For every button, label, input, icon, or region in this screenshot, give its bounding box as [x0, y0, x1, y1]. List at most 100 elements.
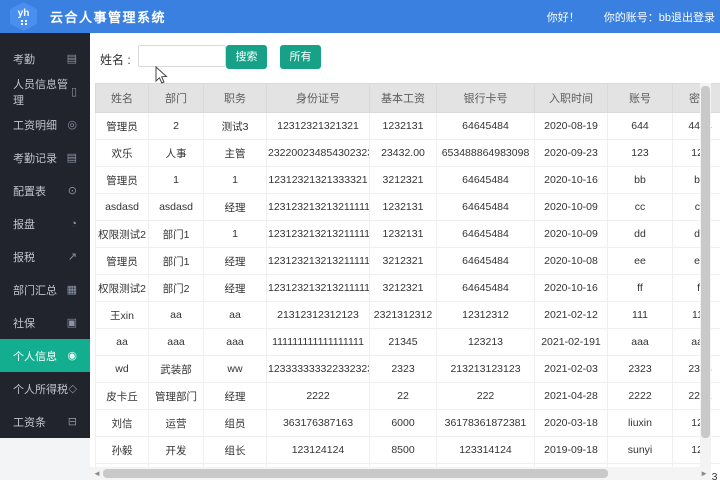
table-cell: asdasd	[149, 194, 204, 221]
table-cell: 64645484	[437, 221, 535, 248]
logo-dots	[20, 20, 28, 25]
table-cell: 123123213213211111	[267, 221, 370, 248]
table-cell: 经理	[204, 248, 267, 275]
table-cell: 12312312	[437, 302, 535, 329]
logout-link[interactable]: 退出登录	[671, 9, 715, 25]
search-button[interactable]: 搜索	[226, 45, 267, 69]
sidebar-item[interactable]: 工资条⊟	[0, 405, 90, 438]
table-cell: 222	[437, 383, 535, 410]
table-cell: 8500	[370, 437, 437, 464]
table-cell: 主管	[204, 140, 267, 167]
table-cell: 管理员	[96, 248, 149, 275]
sidebar-item-label: 个人所得税	[13, 381, 68, 397]
social-insurance-icon: ▣	[67, 316, 77, 329]
table-cell: 123124124	[267, 437, 370, 464]
vertical-scrollbar[interactable]	[700, 83, 711, 469]
table-row: 管理员部门1经理12312321321321111132123216464548…	[96, 248, 720, 275]
table-cell: sunyi	[608, 437, 673, 464]
table-cell: 欢乐	[96, 140, 149, 167]
table-row: 管理员1112312321321333321321232164645484202…	[96, 167, 720, 194]
table-cell: 1232131	[370, 221, 437, 248]
table-cell: 111111111111111111	[267, 329, 370, 356]
table-row: 王xinaaaa21312312312123232131231212312312…	[96, 302, 720, 329]
main-content: 姓名 : 搜索 所有 姓名部门职务身份证号基本工资银行卡号入职时间账号密码 管理…	[90, 33, 720, 480]
table-cell: 管理员	[96, 167, 149, 194]
attendance-record-icon: ▤	[67, 151, 77, 164]
table-cell: 123123213213211111	[267, 194, 370, 221]
sidebar-item[interactable]: 人员信息管理▯	[0, 75, 90, 108]
sidebar-item[interactable]: 社保▣	[0, 306, 90, 339]
table-cell: 2020-08-19	[535, 113, 608, 140]
table-cell: 213213123123	[437, 356, 535, 383]
sidebar-item-label: 配置表	[13, 183, 46, 199]
sidebar-item[interactable]: 个人所得税◇	[0, 372, 90, 405]
table-row: 管理员2测试3123123213213211232131646454842020…	[96, 113, 720, 140]
table-cell: 组员	[204, 410, 267, 437]
sidebar-item[interactable]: 考勤记录▤	[0, 141, 90, 174]
table-cell: 21345	[370, 329, 437, 356]
table-cell: 开发	[149, 437, 204, 464]
table-cell: 123314124	[437, 437, 535, 464]
table-cell: 2020-10-09	[535, 194, 608, 221]
table-row: 皮卡丘管理部门经理2222222222021-04-2822222222	[96, 383, 720, 410]
payslip-icon: ⊟	[68, 415, 77, 428]
sidebar-item[interactable]: 个人信息◉	[0, 339, 90, 372]
column-header: 银行卡号	[437, 84, 535, 113]
table-cell: 王xin	[96, 302, 149, 329]
table-cell: 12312321321333321	[267, 167, 370, 194]
table-cell: 2222	[608, 383, 673, 410]
sidebar-item[interactable]: 报盘◔	[0, 207, 90, 240]
personal-info-icon: ◉	[67, 349, 77, 362]
table-row: 孙毅开发组长12312412485001233141242019-09-18su…	[96, 437, 720, 464]
vertical-scrollbar-thumb[interactable]	[701, 86, 710, 438]
table-cell: 2020-09-23	[535, 140, 608, 167]
table-cell: 2222	[673, 383, 720, 410]
all-button[interactable]: 所有	[280, 45, 321, 69]
tax-report-icon: ↗	[68, 250, 77, 263]
table-cell: 运营	[149, 410, 204, 437]
table-cell: 644	[608, 113, 673, 140]
table-cell: 64645484	[437, 194, 535, 221]
table-cell: aa	[204, 302, 267, 329]
horizontal-scrollbar-thumb[interactable]	[103, 469, 608, 478]
table-row: wd武装部ww123333333322332323232321321312312…	[96, 356, 720, 383]
scroll-right-arrow-icon[interactable]: ►	[700, 468, 708, 479]
table-cell: 1232131	[370, 113, 437, 140]
table-cell: 经理	[204, 383, 267, 410]
table-cell: aa	[96, 329, 149, 356]
table-cell: liuxin	[608, 410, 673, 437]
column-header: 职务	[204, 84, 267, 113]
sidebar-item[interactable]: 考勤▤	[0, 42, 90, 75]
search-input[interactable]	[138, 45, 226, 67]
greeting-text: 你好！	[547, 9, 580, 25]
sidebar-item[interactable]: 配置表⊙	[0, 174, 90, 207]
sidebar-item[interactable]: 部门汇总▦	[0, 273, 90, 306]
table-cell: 653488864983098	[437, 140, 535, 167]
table-cell: 6000	[370, 410, 437, 437]
table-cell: 2021-04-28	[535, 383, 608, 410]
table-cell: 123	[673, 410, 720, 437]
sidebar-item[interactable]: 工资明细◎	[0, 108, 90, 141]
table-cell: 管理员	[96, 113, 149, 140]
department-summary-icon: ▦	[67, 283, 77, 296]
sidebar-item-label: 人员信息管理	[13, 76, 71, 108]
column-header: 入职时间	[535, 84, 608, 113]
table-cell: 3212321	[370, 248, 437, 275]
table-cell: dd	[608, 221, 673, 248]
table-cell: 经理	[204, 194, 267, 221]
sidebar-menu: 考勤▤人员信息管理▯工资明细◎考勤记录▤配置表⊙报盘◔报税↗部门汇总▦社保▣个人…	[0, 33, 90, 438]
table-cell: 123	[673, 437, 720, 464]
table-cell: 部门1	[149, 221, 204, 248]
table-cell: bb	[673, 167, 720, 194]
table-cell: 363176387163	[267, 410, 370, 437]
horizontal-scrollbar[interactable]: ◄ ►	[90, 467, 711, 480]
table-row: 刘信运营组员3631763871636000361783618723812020…	[96, 410, 720, 437]
table-cell: aaa	[149, 329, 204, 356]
table-cell: 232200234854302323	[267, 140, 370, 167]
sidebar-item[interactable]: 报税↗	[0, 240, 90, 273]
scroll-left-arrow-icon[interactable]: ◄	[93, 468, 101, 479]
table-cell: 权限测试2	[96, 221, 149, 248]
table-cell: 3212321	[370, 167, 437, 194]
table-cell: 2323	[608, 356, 673, 383]
table-cell: 2019-09-18	[535, 437, 608, 464]
